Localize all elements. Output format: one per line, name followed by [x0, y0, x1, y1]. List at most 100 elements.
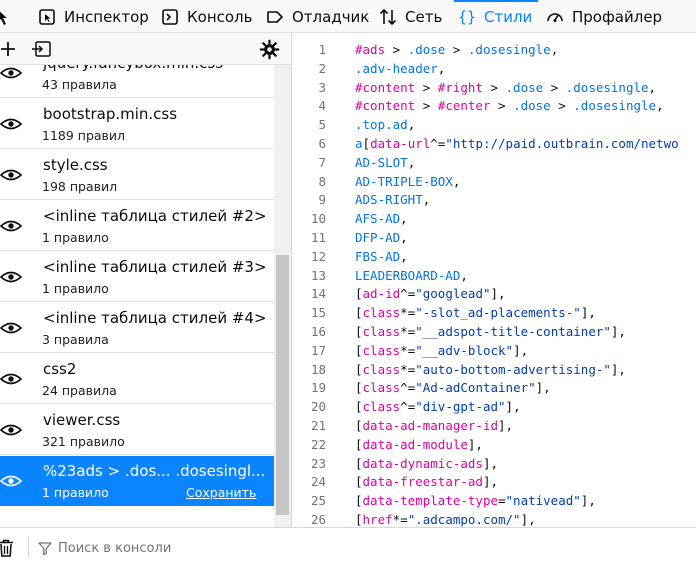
code-line[interactable]: 1 #ads > .dose > .dosesingle, — [292, 40, 696, 59]
eye-toggle-icon[interactable] — [0, 116, 22, 132]
style-sheet-item[interactable]: bootstrap.min.css 1189 правил — [0, 99, 274, 149]
code-line[interactable]: 14 [ad-id^="googlead"], — [292, 284, 696, 303]
code-token: > — [415, 98, 438, 114]
gear-icon[interactable] — [259, 39, 280, 60]
code-line[interactable]: 23 [data-dynamic-ads], — [292, 454, 696, 473]
style-sheet-name: %23ads > .dos... .dosesingl... — [43, 462, 266, 480]
line-number: 10 — [310, 211, 326, 227]
toolbar-divider — [28, 536, 29, 558]
code-text: AFS-AD, — [355, 209, 408, 228]
code-token: href — [362, 512, 393, 527]
code-line[interactable]: 17 [class*="__adv-block"], — [292, 341, 696, 360]
code-text: AD-SLOT, — [355, 153, 415, 172]
code-text: ADS-RIGHT, — [355, 190, 430, 209]
line-number: 18 — [310, 361, 326, 377]
code-token: [ — [355, 418, 363, 433]
code-line[interactable]: 26 [href*=".adcampo.com/"], — [292, 510, 696, 527]
code-text: [class*="__adv-block"], — [355, 341, 528, 360]
scrollbar-thumb[interactable] — [276, 255, 289, 515]
code-token: ], — [580, 305, 596, 321]
code-line[interactable]: 11 DFP-AD, — [292, 228, 696, 247]
code-line[interactable]: 21 [data-ad-manager-id], — [292, 416, 696, 435]
code-line[interactable]: 9 ADS-RIGHT, — [292, 190, 696, 209]
code-token: data-url — [370, 136, 431, 151]
code-token: "Ad-adContainer" — [415, 380, 536, 396]
eye-toggle-icon[interactable] — [0, 218, 22, 234]
save-link[interactable]: Сохранить — [186, 485, 256, 500]
code-token: .dose — [505, 79, 544, 95]
style-sheet-item[interactable]: viewer.css 321 правило — [0, 405, 274, 455]
eye-toggle-icon[interactable] — [0, 320, 22, 336]
eye-toggle-icon[interactable] — [0, 65, 22, 81]
code-line[interactable]: 2 .adv-header, — [292, 59, 696, 78]
code-token: #ads — [355, 42, 386, 57]
eye-toggle-icon[interactable] — [0, 473, 22, 489]
code-token: #content — [355, 98, 416, 114]
code-token: ], — [482, 474, 499, 490]
code-line[interactable]: 24 [data-freestar-ad], — [292, 472, 696, 491]
code-line[interactable]: 12 FBS-AD, — [292, 247, 696, 266]
style-sheet-item[interactable]: jquery.fancybox.min.css 43 правила — [0, 65, 274, 98]
tab-styles[interactable]: {} Стили — [453, 0, 539, 33]
tab-profiler[interactable]: Профайлер — [546, 0, 662, 33]
code-token: [ — [355, 493, 363, 509]
eye-toggle-icon[interactable] — [0, 422, 22, 438]
code-token: #right — [437, 79, 483, 95]
import-icon[interactable] — [31, 39, 53, 59]
tab-console[interactable]: Консоль — [161, 0, 253, 33]
code-token: ], — [535, 380, 551, 396]
code-text: #content > #right > .dose > .dosesingle, — [355, 78, 656, 97]
code-line[interactable]: 16 [class*="__adspot-title-container"], — [292, 322, 696, 341]
element-picker-button[interactable] — [0, 0, 22, 33]
code-line[interactable]: 22 [data-ad-module], — [292, 435, 696, 454]
code-line[interactable]: 20 [class^="div-gpt-ad"], — [292, 397, 696, 416]
style-sheet-item[interactable]: style.css 198 правил — [0, 150, 274, 200]
code-line[interactable]: 4 #content > #center > .dose > .dosesingl… — [292, 96, 696, 115]
code-line[interactable]: 8 AD-TRIPLE-BOX, — [292, 172, 696, 191]
code-line[interactable]: 3 #content > #right > .dose > .dosesingle… — [292, 78, 696, 97]
code-line[interactable]: 10 AFS-AD, — [292, 209, 696, 228]
sheet-list-scrollbar[interactable] — [274, 65, 291, 554]
code-line[interactable]: 18 [class*="auto-bottom-advertising-"], — [292, 360, 696, 379]
trash-icon[interactable] — [0, 539, 14, 557]
tab-profiler-label: Профайлер — [572, 7, 663, 26]
code-line[interactable]: 7 AD-SLOT, — [292, 153, 696, 172]
tab-inspector[interactable]: Инспектор — [38, 0, 149, 33]
style-sheet-item[interactable]: <inline таблица стилей #3> 1 правило — [0, 252, 274, 302]
code-token: *= — [400, 361, 416, 377]
code-line[interactable]: 19 [class^="Ad-adContainer"], — [292, 378, 696, 397]
line-number: 14 — [310, 286, 326, 302]
code-line[interactable]: 15 [class*="-slot_ad-placements-"], — [292, 303, 696, 322]
style-sheet-rule-count: 24 правила — [42, 383, 117, 398]
style-sheet-item[interactable]: <inline таблица стилей #2> 1 правило — [0, 201, 274, 251]
style-sheet-item[interactable]: css2 24 правила — [0, 354, 274, 404]
style-sheet-item[interactable]: <inline таблица стилей #4> 3 правила — [0, 303, 274, 353]
style-sheet-item[interactable]: %23ads > .dos... .dosesingl... 1 правило С… — [0, 456, 274, 506]
code-line[interactable]: 13 LEADERBOARD-AD, — [292, 266, 696, 285]
eye-toggle-icon[interactable] — [0, 371, 22, 387]
code-token: ], — [610, 324, 626, 339]
code-token: AD-TRIPLE-BOX — [355, 173, 453, 189]
code-token: > — [490, 98, 514, 114]
eye-toggle-icon[interactable] — [0, 167, 22, 183]
code-token: ".adcampo.com/" — [407, 512, 521, 527]
code-token: AFS-AD — [355, 211, 401, 227]
add-icon[interactable] — [0, 39, 18, 59]
tab-network[interactable]: Сеть — [379, 0, 442, 33]
code-token: , — [400, 248, 408, 264]
tab-debugger[interactable]: Отладчик — [266, 0, 369, 33]
css-source-editor[interactable]: 1 #ads > .dose > .dosesingle, 2 .adv-header… — [292, 33, 696, 527]
tab-debugger-label: Отладчик — [292, 7, 370, 26]
code-line[interactable]: 25 [data-template-type="nativead"], — [292, 491, 696, 510]
svg-text:{}: {} — [458, 8, 476, 26]
code-line[interactable]: 5 .top.ad, — [292, 115, 696, 134]
code-token: [ — [355, 455, 363, 471]
code-line[interactable]: 6 a[data-url^="http://paid.outbrain.com/n… — [292, 134, 696, 153]
eye-toggle-icon[interactable] — [0, 269, 22, 285]
code-token: , — [422, 192, 431, 208]
console-filter-input[interactable]: Поиск в консоли — [58, 541, 171, 556]
style-sheet-rule-count: 1 правило — [42, 230, 109, 245]
code-text: LEADERBOARD-AD, — [355, 266, 468, 285]
code-token: > — [445, 42, 468, 57]
code-token: ], — [610, 361, 626, 377]
